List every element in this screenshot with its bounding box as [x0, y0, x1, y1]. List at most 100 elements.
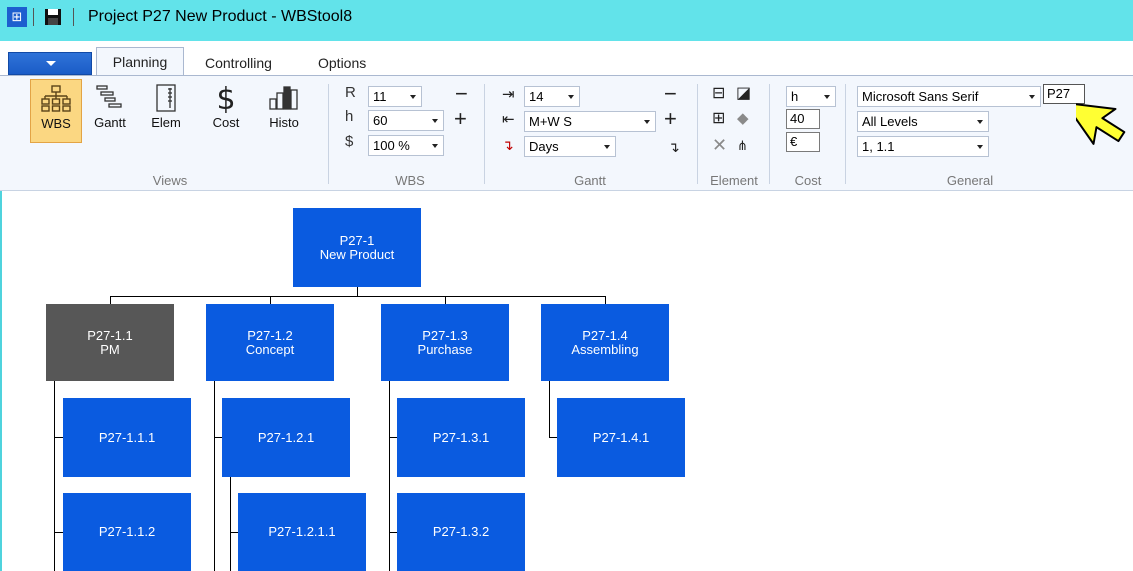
histogram-view-label: Histo: [269, 115, 299, 130]
wbs-node-root[interactable]: P27-1 New Product: [293, 208, 421, 287]
tab-controlling[interactable]: Controlling: [205, 55, 272, 71]
connector-line: [230, 476, 231, 571]
chevron-down-icon: [568, 95, 574, 99]
height-label: h: [345, 108, 354, 125]
wbs-node-1-2-1-1[interactable]: P27-1.2.1.1: [238, 493, 366, 571]
wbs-node-pm[interactable]: P27-1.1 PM: [46, 304, 174, 381]
wbs-node-assembling[interactable]: P27-1.4 Assembling: [541, 304, 669, 381]
chevron-down-icon: [604, 145, 610, 149]
rows-combo[interactable]: 11: [368, 86, 422, 107]
element-icon: [156, 84, 176, 112]
wbs-node-1-1-1[interactable]: P27-1.1.1: [63, 398, 191, 477]
connector-line: [110, 296, 605, 297]
gantt-width-combo[interactable]: 14: [524, 86, 580, 107]
height-combo[interactable]: 60: [368, 110, 444, 131]
wbs-node-1-1-2[interactable]: P27-1.1.2: [63, 493, 191, 571]
wbs-node-concept[interactable]: P27-1.2 Concept: [206, 304, 334, 381]
group-separator: [697, 84, 698, 184]
plus-icon[interactable]: +: [454, 108, 467, 130]
save-icon[interactable]: [44, 8, 62, 26]
edit-icon[interactable]: ◪: [736, 85, 751, 103]
wbs-node-1-4-1[interactable]: P27-1.4.1: [557, 398, 685, 477]
titlebar-separator: [73, 8, 74, 26]
numbering-value: 1, 1.1: [862, 139, 895, 154]
ribbon-tab-strip: Planning Controlling Options: [0, 41, 1133, 76]
element-view-button[interactable]: Elem: [140, 79, 192, 143]
wbs-node-code: P27-1.3.2: [432, 524, 490, 539]
rows-value: 11: [373, 89, 387, 104]
connector-line: [605, 296, 606, 304]
plus-icon[interactable]: +: [664, 108, 677, 130]
font-combo[interactable]: Microsoft Sans Serif: [857, 86, 1041, 107]
minus-icon[interactable]: −: [664, 83, 677, 105]
rows-label: R: [345, 84, 356, 101]
indent-right-icon[interactable]: ⇥: [502, 86, 515, 104]
diamond-icon[interactable]: ◆: [737, 110, 749, 128]
delete-icon[interactable]: ✕: [712, 136, 727, 154]
tab-options[interactable]: Options: [318, 55, 366, 71]
app-grid-icon[interactable]: ⊞: [7, 7, 27, 27]
zoom-value: 100 %: [373, 138, 410, 153]
levels-combo[interactable]: All Levels: [857, 111, 989, 132]
general-group-label: General: [946, 173, 994, 188]
cost-view-button[interactable]: $ Cost: [200, 79, 252, 143]
chevron-down-icon: [977, 145, 983, 149]
cost-group-label: Cost: [794, 173, 822, 188]
histogram-icon: [269, 86, 298, 110]
element-group-label: Element: [710, 173, 758, 188]
gantt-scale-combo[interactable]: M+W S: [524, 111, 656, 132]
wbs-node-code: P27-1.4: [582, 327, 628, 343]
arrow-down-right-icon[interactable]: ↴: [668, 138, 680, 156]
chevron-down-icon: [410, 95, 416, 99]
wbs-node-code: P27-1.3: [422, 327, 468, 343]
structure-icon[interactable]: ⊞: [712, 110, 725, 128]
group-separator: [845, 84, 846, 184]
gantt-icon: [96, 85, 122, 108]
wbs-node-code: P27-1.4.1: [592, 429, 650, 445]
zoom-combo[interactable]: 100 %: [368, 135, 444, 156]
gantt-unit-combo[interactable]: Days: [524, 136, 616, 157]
chevron-down-icon: [46, 61, 56, 66]
connector-line: [270, 296, 271, 304]
wbs-group-label: WBS: [395, 173, 425, 188]
wbs-view-button[interactable]: WBS: [30, 79, 82, 143]
chevron-down-icon: [824, 95, 830, 99]
element-stack-icon[interactable]: ⊟: [712, 85, 725, 103]
indent-left-icon[interactable]: ⇤: [502, 111, 515, 129]
gantt-width-value: 14: [529, 89, 544, 104]
hierarchy-icon[interactable]: ⋔: [737, 137, 748, 155]
wbs-node-name: PM: [100, 341, 120, 357]
connector-line: [214, 381, 215, 571]
canvas-left-border: [0, 191, 2, 571]
cost-unit-combo[interactable]: h: [786, 86, 836, 107]
wbs-node-code: P27-1.1.1: [98, 429, 156, 445]
ribbon: WBS Gantt Elem $ Cost Histo Views R 11 −…: [0, 75, 1133, 191]
wbs-node-code: P27-1.2.1.1: [268, 524, 336, 539]
hours-input[interactable]: 40: [786, 109, 820, 129]
wbs-node-1-3-2[interactable]: P27-1.3.2: [397, 493, 525, 571]
element-view-label: Elem: [151, 115, 181, 130]
connector-line: [110, 296, 111, 304]
chevron-down-icon: [644, 120, 650, 124]
cursor-arrow-icon: [1076, 101, 1126, 145]
tab-planning[interactable]: Planning: [96, 47, 184, 76]
gantt-view-button[interactable]: Gantt: [84, 79, 136, 143]
wbs-node-code: P27-1.2.1: [257, 429, 315, 445]
wbs-node-name: Purchase: [417, 341, 473, 357]
histogram-view-button[interactable]: Histo: [258, 79, 310, 143]
wbs-node-purchase[interactable]: P27-1.3 Purchase: [381, 304, 509, 381]
numbering-combo[interactable]: 1, 1.1: [857, 136, 989, 157]
connector-line: [357, 287, 358, 296]
dependency-icon[interactable]: ↴: [502, 136, 514, 154]
connector-line: [445, 296, 446, 304]
app-menu-button[interactable]: [8, 52, 92, 75]
currency-input[interactable]: €: [786, 132, 820, 152]
wbs-node-code: P27-1.1.2: [98, 524, 156, 539]
minus-icon[interactable]: −: [455, 83, 468, 105]
wbs-node-1-2-1[interactable]: P27-1.2.1: [222, 398, 350, 477]
gantt-scale-value: M+W S: [529, 114, 572, 129]
group-separator: [328, 84, 329, 184]
levels-value: All Levels: [862, 114, 918, 129]
wbs-node-1-3-1[interactable]: P27-1.3.1: [397, 398, 525, 477]
svg-text:$: $: [216, 83, 235, 113]
